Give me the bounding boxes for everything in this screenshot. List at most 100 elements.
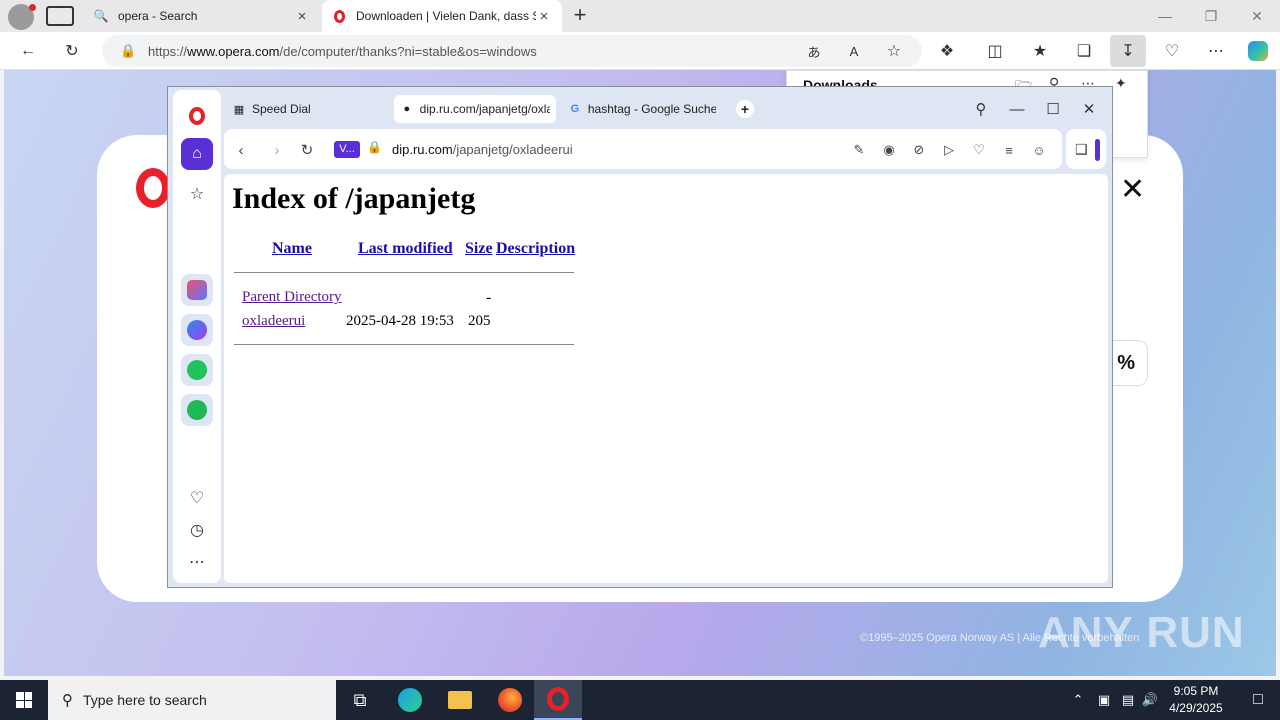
bookmarks-icon[interactable]: ☆	[181, 178, 213, 210]
lock-icon: 🔒	[120, 43, 137, 58]
more-icon[interactable]: ⋯	[181, 546, 213, 578]
refresh-button[interactable]: ↻	[58, 38, 86, 64]
file-explorer-icon[interactable]	[436, 680, 484, 720]
heart-icon[interactable]: ♡	[181, 482, 213, 514]
clock-date: 4/29/2025	[1169, 701, 1223, 715]
collections-icon[interactable]: ❏	[1070, 38, 1098, 64]
close-tab-icon[interactable]: ×	[536, 8, 552, 25]
edge-taskbar-icon[interactable]	[386, 680, 434, 720]
search-tabs-icon[interactable]: ⚲	[966, 95, 996, 123]
taskbar-search-box[interactable]: ⚲ Type here to search	[48, 680, 336, 720]
close-icon[interactable]: ✕	[1120, 172, 1145, 207]
search-placeholder: Type here to search	[83, 692, 207, 708]
vpn-badge[interactable]: V...	[334, 141, 360, 158]
favorite-star-icon[interactable]: ☆	[880, 38, 908, 64]
copilot-icon[interactable]	[1244, 38, 1272, 64]
search-icon: ⚲	[62, 692, 73, 709]
profile-avatar-icon[interactable]	[8, 4, 36, 30]
opera-tab-google[interactable]: G hashtag - Google Suche	[562, 95, 722, 123]
sort-by-description-link[interactable]: Description	[496, 240, 575, 258]
tab-title: hashtag - Google Suche	[587, 102, 716, 116]
favorites-icon[interactable]: ★	[1026, 38, 1054, 64]
opera-tab-speed-dial[interactable]: ▦ Speed Dial	[226, 95, 386, 123]
task-view-icon[interactable]: ⧉	[336, 680, 384, 720]
device-icon[interactable]: ▣	[1094, 680, 1114, 720]
easy-setup-icon[interactable]: ≡	[998, 139, 1020, 161]
sort-by-name-link[interactable]: Name	[272, 240, 312, 258]
network-icon[interactable]: ▤	[1118, 680, 1138, 720]
new-tab-button[interactable]: +	[568, 4, 592, 28]
address-field[interactable]: dip.ru.com/japanjetg/oxladeerui	[392, 142, 573, 157]
close-window-button[interactable]: ✕	[1234, 0, 1280, 32]
opera-logo-icon	[189, 107, 205, 125]
opera-menu-button[interactable]	[181, 100, 213, 132]
sort-by-modified-link[interactable]: Last modified	[358, 240, 453, 258]
opera-window: ⌂ ☆ ♡ ◷ ⋯ ▦ Speed Dial ● dip.ru.com/japa…	[167, 86, 1113, 588]
sidebar-toggle-icon[interactable]	[1095, 139, 1100, 161]
back-button[interactable]: ‹	[230, 139, 252, 161]
page-title: Index of /japanjetg	[232, 182, 476, 215]
maximize-button[interactable]: ☐	[1038, 95, 1068, 123]
snapshot-camera-icon[interactable]: ◉	[878, 139, 900, 161]
sort-by-size-link[interactable]: Size	[465, 240, 493, 258]
edge-tab-opera-download[interactable]: Downloaden | Vielen Dank, dass Sie ×	[322, 0, 562, 32]
downloads-icon[interactable]: ↧	[1110, 35, 1146, 67]
messenger-icon[interactable]	[181, 314, 213, 346]
opera-sidebar: ⌂ ☆ ♡ ◷ ⋯	[173, 90, 221, 583]
aria-app-icon[interactable]	[181, 274, 213, 306]
whatsapp-icon[interactable]	[181, 354, 213, 386]
close-window-button[interactable]: ✕	[1074, 95, 1104, 123]
firefox-taskbar-icon[interactable]	[486, 680, 534, 720]
player-icon[interactable]: ▷	[938, 139, 960, 161]
split-screen-icon[interactable]: ◫	[981, 38, 1009, 64]
opera-tab-directory[interactable]: ● dip.ru.com/japanjetg/oxla	[394, 95, 556, 123]
forward-button[interactable]: ›	[266, 139, 288, 161]
url-prefix: https://	[148, 43, 188, 59]
spotify-icon[interactable]	[181, 394, 213, 426]
ad-blocker-icon[interactable]: ⊘	[908, 139, 930, 161]
url-path: /de/computer/thanks?ni=stable&os=windows	[279, 43, 537, 59]
size-cell: -	[486, 289, 492, 306]
taskbar-clock[interactable]: 9:05 PM 4/29/2025	[1156, 683, 1236, 717]
address-bar[interactable]: 🔒 https://www.opera.com/de/computer/than…	[102, 35, 922, 67]
opera-address-toolbar: ‹ › ↻ V... 🔒 dip.ru.com/japanjetg/oxlade…	[224, 129, 1062, 169]
browser-essentials-icon[interactable]: ♡	[1158, 38, 1186, 64]
url-host: www.opera.com	[187, 43, 280, 59]
close-tab-icon[interactable]: ×	[294, 8, 310, 25]
read-aloud-icon[interactable]: A	[840, 38, 868, 64]
tab-actions-icon[interactable]	[46, 6, 74, 26]
extensions-cube-icon[interactable]: ❑	[1075, 141, 1088, 158]
home-icon[interactable]: ⌂	[181, 138, 213, 170]
size-cell: 205	[468, 313, 491, 329]
minimize-button[interactable]: —	[1142, 0, 1188, 32]
grid-icon: ▦	[233, 103, 245, 116]
share-icon[interactable]: ✎	[848, 139, 870, 161]
windows-taskbar: ⚲ Type here to search ⧉ ⌃ ▣ ▤ 🔊 9:05 PM …	[0, 680, 1280, 720]
start-button[interactable]	[0, 680, 48, 720]
restore-button[interactable]: ❐	[1188, 0, 1234, 32]
edge-tab-opera-search[interactable]: 🔍 opera - Search ×	[84, 0, 320, 32]
pin-icon[interactable]: ✦	[1115, 75, 1127, 92]
account-icon[interactable]: ☺	[1028, 139, 1050, 161]
translate-icon[interactable]: あ	[800, 38, 828, 64]
notifications-icon[interactable]: □	[1236, 680, 1280, 720]
url-host: dip.ru.com	[392, 142, 453, 157]
opera-taskbar-icon[interactable]	[534, 680, 582, 720]
file-link-oxladeerui[interactable]: oxladeerui	[242, 313, 305, 330]
back-button[interactable]: ←	[14, 38, 42, 64]
edge-tab-bar: 🔍 opera - Search × Downloaden | Vielen D…	[0, 0, 1280, 32]
show-hidden-icons-icon[interactable]: ⌃	[1068, 680, 1088, 720]
reload-button[interactable]: ↻	[296, 139, 318, 161]
opera-logo-icon	[136, 168, 170, 208]
lock-icon: 🔒	[367, 140, 382, 154]
more-menu-icon[interactable]: ⋯	[1202, 38, 1230, 64]
extensions-icon[interactable]: ❖	[933, 38, 961, 64]
history-clock-icon[interactable]: ◷	[181, 514, 213, 546]
globe-icon: ●	[403, 103, 411, 115]
tab-title: Speed Dial	[252, 102, 311, 116]
watermark-logo: ANY RUN	[1038, 608, 1245, 657]
new-tab-button[interactable]: +	[736, 100, 754, 118]
favorite-heart-icon[interactable]: ♡	[968, 139, 990, 161]
parent-directory-link[interactable]: Parent Directory	[242, 289, 342, 306]
minimize-button[interactable]: —	[1002, 95, 1032, 123]
